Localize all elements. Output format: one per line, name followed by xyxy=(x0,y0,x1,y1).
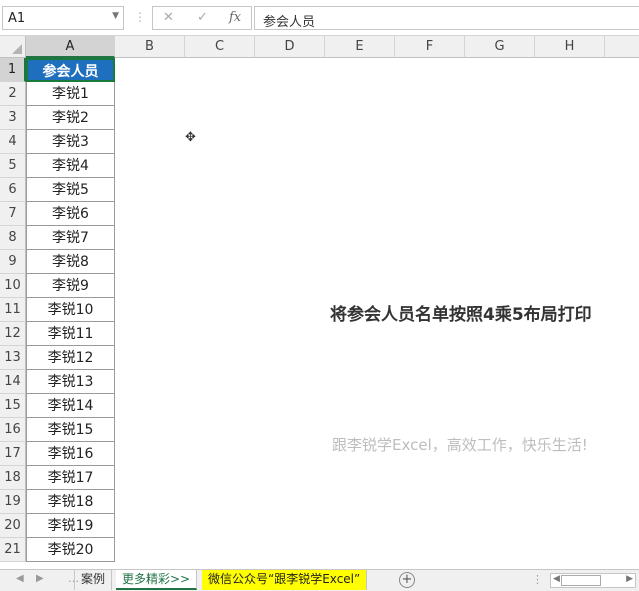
scroll-thumb[interactable] xyxy=(561,575,601,586)
formula-input-value: 参会人员 xyxy=(263,15,316,30)
cancel-icon[interactable]: ✕ xyxy=(163,10,174,25)
table-cell[interactable]: 李锐6 xyxy=(26,202,115,226)
row-header[interactable]: 11 xyxy=(0,298,26,322)
splitter-icon[interactable]: ⋮ xyxy=(532,573,543,586)
table-cell[interactable]: 李锐5 xyxy=(26,178,115,202)
column-header-a[interactable]: A xyxy=(26,36,115,58)
row-header[interactable]: 19 xyxy=(0,490,26,514)
enter-icon[interactable]: ✓ xyxy=(197,10,208,25)
cross-cursor-icon: ✥ xyxy=(185,130,196,145)
row-header[interactable]: 20 xyxy=(0,514,26,538)
row-header[interactable]: 9 xyxy=(0,250,26,274)
scroll-left-icon[interactable]: ◀ xyxy=(553,574,560,584)
row-header[interactable]: 18 xyxy=(0,466,26,490)
tab-wechat[interactable]: 微信公众号“跟李锐学Excel” xyxy=(202,570,368,590)
add-sheet-button[interactable]: + xyxy=(399,572,415,588)
formula-buttons: ✕ ✓ fx xyxy=(152,6,252,30)
table-cell[interactable]: 李锐7 xyxy=(26,226,115,250)
table-cell[interactable]: 李锐14 xyxy=(26,394,115,418)
sheet-tab-bar: ◀ ▶ … 案例 更多精彩>> 微信公众号“跟李锐学Excel” + ⋮ ◀ ▶ xyxy=(0,569,639,591)
name-box[interactable]: A1 ▼ xyxy=(2,6,124,30)
scroll-right-icon[interactable]: ▶ xyxy=(626,574,633,584)
row-header[interactable]: 16 xyxy=(0,418,26,442)
table-cell[interactable]: 李锐2 xyxy=(26,106,115,130)
table-cell[interactable]: 李锐19 xyxy=(26,514,115,538)
row-header[interactable]: 12 xyxy=(0,322,26,346)
table-cell[interactable]: 李锐18 xyxy=(26,490,115,514)
column-header-d[interactable]: D xyxy=(255,36,325,58)
formula-bar: A1 ▼ ⋮ ✕ ✓ fx 参会人员 xyxy=(0,0,639,36)
insert-function-icon[interactable]: fx xyxy=(229,10,241,25)
row-header[interactable]: 7 xyxy=(0,202,26,226)
row-header[interactable]: 8 xyxy=(0,226,26,250)
row-header[interactable]: 5 xyxy=(0,154,26,178)
tab-case[interactable]: 案例 xyxy=(74,570,113,590)
table-cell[interactable]: 李锐16 xyxy=(26,442,115,466)
row-header[interactable]: 17 xyxy=(0,442,26,466)
row-header[interactable]: 2 xyxy=(0,82,26,106)
horizontal-scrollbar[interactable]: ◀ ▶ xyxy=(550,573,636,588)
formula-input[interactable]: 参会人员 xyxy=(254,6,639,30)
name-box-value: A1 xyxy=(8,11,26,26)
table-cell[interactable]: 李锐11 xyxy=(26,322,115,346)
row-header[interactable]: 14 xyxy=(0,370,26,394)
row-header[interactable]: 4 xyxy=(0,130,26,154)
table-cell[interactable]: 李锐13 xyxy=(26,370,115,394)
select-all-corner[interactable] xyxy=(0,36,26,58)
table-cell[interactable]: 李锐4 xyxy=(26,154,115,178)
table-cell[interactable]: 李锐9 xyxy=(26,274,115,298)
row-header[interactable]: 10 xyxy=(0,274,26,298)
row-header[interactable]: 1 xyxy=(0,58,26,82)
row-header[interactable]: 21 xyxy=(0,538,26,562)
table-cell[interactable]: 李锐1 xyxy=(26,82,115,106)
next-sheet-icon[interactable]: ▶ xyxy=(36,573,44,584)
column-header-h[interactable]: H xyxy=(535,36,605,58)
grip-icon: ⋮ xyxy=(134,10,146,24)
row-header[interactable]: 15 xyxy=(0,394,26,418)
table-cell[interactable]: 李锐3 xyxy=(26,130,115,154)
row-header[interactable]: 3 xyxy=(0,106,26,130)
table-cell[interactable]: 李锐20 xyxy=(26,538,115,562)
column-header-b[interactable]: B xyxy=(115,36,185,58)
table-cell[interactable]: 李锐17 xyxy=(26,466,115,490)
chevron-down-icon[interactable]: ▼ xyxy=(112,11,119,21)
cell-a1-header[interactable]: 参会人员 xyxy=(26,58,115,82)
prev-sheet-icon[interactable]: ◀ xyxy=(16,573,24,584)
column-header-g[interactable]: G xyxy=(465,36,535,58)
row-header[interactable]: 6 xyxy=(0,178,26,202)
main-message: 将参会人员名单按照4乘5布局打印 xyxy=(330,305,592,325)
column-header-partial[interactable] xyxy=(605,36,639,58)
column-header-c[interactable]: C xyxy=(185,36,255,58)
column-header-e[interactable]: E xyxy=(325,36,395,58)
row-header[interactable]: 13 xyxy=(0,346,26,370)
table-cell[interactable]: 李锐8 xyxy=(26,250,115,274)
column-header-f[interactable]: F xyxy=(395,36,465,58)
table-cell[interactable]: 李锐15 xyxy=(26,418,115,442)
sub-message: 跟李锐学Excel，高效工作，快乐生活! xyxy=(332,436,588,454)
tab-more[interactable]: 更多精彩>> xyxy=(116,570,198,590)
table-cell[interactable]: 李锐10 xyxy=(26,298,115,322)
table-cell[interactable]: 李锐12 xyxy=(26,346,115,370)
